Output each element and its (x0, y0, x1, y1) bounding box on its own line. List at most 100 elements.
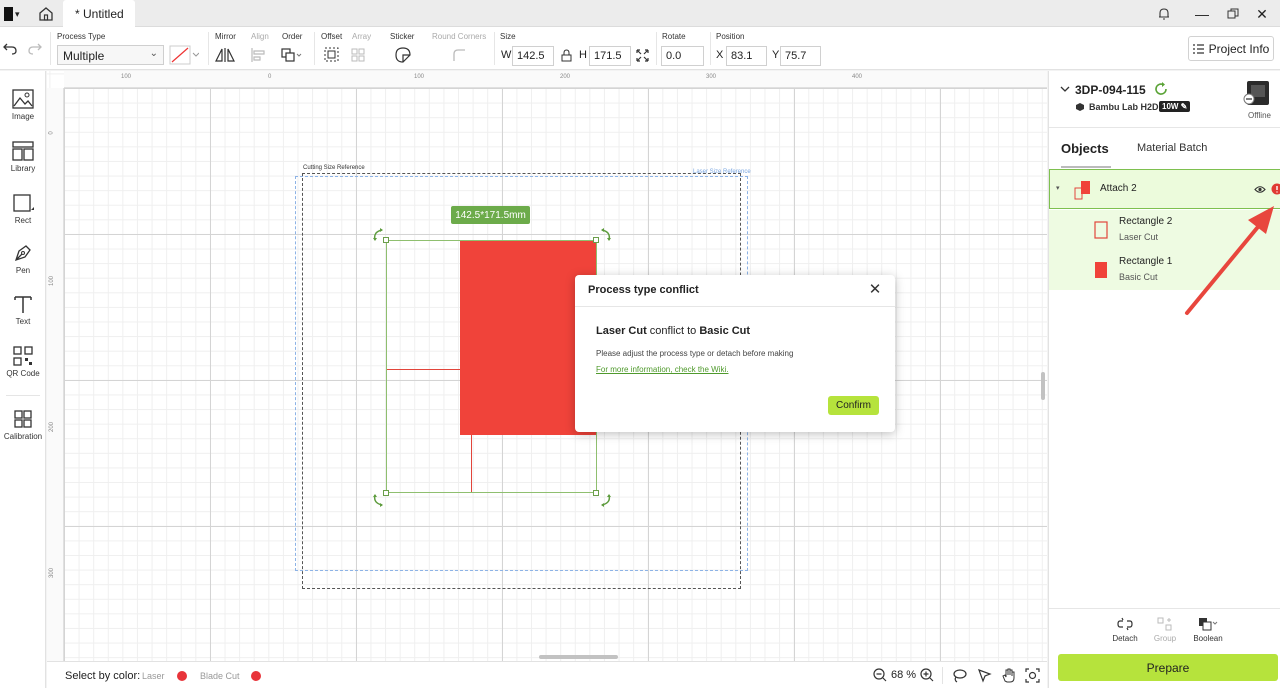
dialog-message: Laser Cut conflict to Basic Cut (596, 325, 751, 337)
rotate-input[interactable]: 0.0 (661, 46, 704, 66)
attach-group-icon (1074, 181, 1090, 200)
refresh-icon[interactable] (1154, 82, 1168, 96)
text-icon (14, 296, 32, 313)
detach-button[interactable]: Detach (1105, 617, 1145, 643)
order-icon[interactable] (280, 45, 302, 65)
device-name[interactable]: 3DP-094-115 (1075, 83, 1146, 97)
rect-filled-icon (1095, 262, 1107, 278)
align-icon[interactable] (250, 45, 272, 65)
order-label: Order (282, 32, 303, 41)
selection-box[interactable] (386, 240, 597, 493)
device-status: Offline (1248, 111, 1271, 120)
process-conflict-dialog: Process type conflict ✕ Laser Cut confli… (575, 275, 895, 432)
rect-icon (13, 194, 34, 212)
fit-view-icon[interactable] (1025, 668, 1040, 683)
title-bar: ▾ * Untitled — ✕ (0, 0, 1280, 27)
undo-icon[interactable] (3, 41, 17, 55)
tool-pen[interactable]: Pen (0, 243, 46, 275)
tool-calibration[interactable]: Calibration (0, 409, 46, 441)
color-blade-cut-swatch[interactable] (251, 671, 261, 681)
process-type-select[interactable]: Multiple ⌄ (57, 45, 164, 65)
mirror-icon[interactable] (214, 45, 236, 65)
tool-image[interactable]: Image (0, 89, 46, 121)
x-input[interactable]: 83.1 (726, 46, 767, 66)
offset-label: Offset (321, 32, 343, 41)
project-info-button[interactable]: Project Info (1188, 36, 1274, 61)
device-image-icon (1243, 81, 1269, 105)
tab-material-batch[interactable]: Material Batch (1137, 142, 1207, 154)
zoom-out-icon[interactable] (873, 668, 887, 682)
chevron-down-icon[interactable] (1060, 85, 1070, 93)
tool-sidebar: Image Library Rect Pen Text QR Code Cali… (0, 71, 46, 688)
dialog-title: Process type conflict (588, 284, 699, 296)
app-menu-button[interactable]: ▾ (4, 6, 26, 22)
sticker-icon[interactable] (392, 45, 414, 65)
prepare-button[interactable]: Prepare (1058, 654, 1278, 681)
dialog-close-icon[interactable]: ✕ (867, 282, 883, 298)
tool-text[interactable]: Text (0, 294, 46, 326)
round-corners-icon[interactable] (448, 45, 470, 65)
boolean-button[interactable]: Boolean (1188, 617, 1228, 643)
color-laser-label[interactable]: Laser (142, 671, 165, 681)
offset-icon[interactable] (321, 45, 343, 65)
color-laser-swatch[interactable] (177, 671, 187, 681)
home-icon[interactable] (37, 5, 55, 23)
color-blade-cut-label[interactable]: Blade Cut (200, 671, 240, 681)
hand-pan-icon[interactable] (1001, 667, 1016, 683)
lock-icon[interactable] (561, 49, 572, 62)
zoom-value: 68 % (891, 669, 917, 681)
array-label: Array (352, 32, 372, 41)
project-info-label: Project Info (1208, 41, 1270, 56)
tab-objects[interactable]: Objects (1061, 141, 1109, 156)
redo-icon[interactable] (28, 41, 42, 55)
confirm-button[interactable]: Confirm (828, 396, 879, 415)
minimize-button[interactable]: — (1192, 4, 1212, 24)
rotate-handle-icon[interactable] (371, 227, 387, 243)
wiki-link[interactable]: For more information, check the Wiki. (596, 365, 728, 374)
align-label: Align (251, 32, 269, 41)
restore-button[interactable] (1223, 4, 1243, 24)
object-name: Rectangle 1 (1119, 256, 1173, 267)
ruler-left: 0 100 200 300 (47, 88, 64, 661)
position-label: Position (716, 32, 745, 41)
printer-icon (1076, 103, 1084, 111)
close-window-button[interactable]: ✕ (1252, 4, 1272, 24)
lasso-icon[interactable] (952, 668, 967, 683)
line-color-button[interactable] (169, 45, 199, 65)
qr-code-icon (13, 346, 33, 366)
rotate-handle-icon[interactable] (597, 227, 613, 243)
status-bar: Select by color: Laser Blade Cut 68 % (47, 661, 1047, 688)
chevron-down-icon[interactable]: ▾ (1056, 184, 1060, 192)
right-panel: 3DP-094-115 Bambu Lab H2D 10W ✎ Offline … (1048, 71, 1280, 688)
dialog-subtext: Please adjust the process type or detach… (596, 349, 794, 358)
bell-icon[interactable] (1154, 4, 1174, 24)
document-tab[interactable]: * Untitled (63, 0, 135, 27)
group-button[interactable]: Group (1145, 617, 1185, 643)
width-input[interactable]: 142.5 (512, 46, 554, 66)
app-logo-icon (4, 7, 13, 21)
tool-rect[interactable]: Rect (0, 193, 46, 225)
horizontal-scrollbar[interactable] (539, 655, 618, 659)
rotate-handle-icon[interactable] (597, 492, 613, 508)
device-model: Bambu Lab H2D (1089, 102, 1159, 112)
rotate-handle-icon[interactable] (371, 492, 387, 508)
x-letter: X (716, 49, 724, 61)
zoom-in-icon[interactable] (920, 668, 934, 682)
width-letter: W (501, 49, 512, 61)
tool-library[interactable]: Library (0, 141, 46, 173)
y-input[interactable]: 75.7 (780, 46, 821, 66)
array-icon[interactable] (350, 45, 372, 65)
height-letter: H (579, 49, 587, 61)
boolean-icon (1199, 618, 1218, 631)
fit-size-icon[interactable] (636, 49, 649, 62)
power-badge: 10W ✎ (1159, 101, 1191, 112)
object-process: Basic Cut (1119, 272, 1158, 282)
tool-qr-code[interactable]: QR Code (0, 346, 46, 378)
detach-icon (1117, 617, 1133, 631)
image-icon (12, 89, 34, 109)
vertical-scrollbar[interactable] (1041, 372, 1045, 400)
height-input[interactable]: 171.5 (589, 46, 631, 66)
library-icon (12, 141, 34, 161)
rect-outline-icon (1094, 221, 1108, 239)
select-arrow-icon[interactable] (977, 668, 992, 683)
